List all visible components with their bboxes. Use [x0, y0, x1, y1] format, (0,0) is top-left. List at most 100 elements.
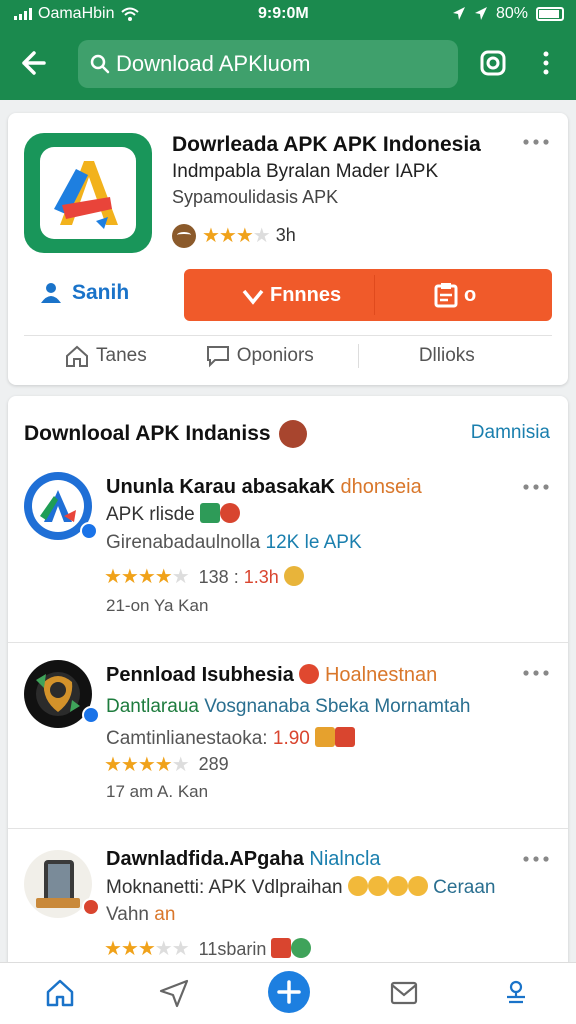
app-rating: ★★★★ 3h — [172, 223, 296, 248]
list-heading: Downlooal APK Indaniss — [24, 420, 307, 448]
item-line2: Dantlaraua Vosgnanaba Sbeka Mornamtah — [106, 696, 470, 718]
item-line3-accent: 12K le APK — [265, 532, 362, 553]
home-icon[interactable] — [44, 977, 76, 1009]
item-title-accent: Nialncla — [309, 848, 381, 870]
verified-badge-icon — [82, 706, 100, 724]
status-time: 9:9:0M — [258, 5, 309, 22]
camera-icon[interactable] — [478, 48, 508, 78]
item-line3-text: Vahn — [106, 904, 149, 925]
mail-icon[interactable] — [388, 977, 420, 1009]
more-horiz-icon[interactable] — [522, 137, 550, 147]
install-button[interactable]: Fnnnes o — [184, 269, 552, 321]
rating-count: 3h — [275, 225, 296, 245]
image-emoji-icon — [199, 503, 220, 523]
more-horiz-icon[interactable] — [522, 482, 550, 492]
location-icon — [474, 7, 487, 20]
item-rating-text: 289 — [198, 754, 229, 774]
send-icon[interactable] — [158, 977, 190, 1009]
status-bar: OamaHbin 9:9:0M 80% — [0, 0, 576, 30]
status-right: 80% — [452, 5, 564, 23]
item-title-accent: Hoalnestnan — [324, 664, 438, 686]
grin-emoji-icon — [291, 937, 312, 958]
smile-emoji-icon — [278, 420, 307, 448]
item-title: Pennload Isubhesia Hoalnestnan — [106, 664, 437, 687]
battery-percent: 80% — [495, 5, 528, 22]
item-rating: ★★★★★ 138 : 1.3h — [104, 564, 304, 589]
item-line2-text: Moknanetti: APK Vdlpraihan — [106, 877, 343, 898]
item-line3: Girenabadaulnolla 12K le APK — [106, 532, 362, 554]
item-rating-text: 11sbarin — [198, 938, 267, 959]
more-horiz-icon[interactable] — [522, 668, 550, 678]
item-rating-accent: 1.3h — [243, 566, 279, 587]
item-title: Ununla Karau abasakaK dhonseia — [106, 476, 422, 499]
app-list-card: Downlooal APK Indaniss Damnisia Ununla K… — [8, 396, 568, 1024]
item-line2: Moknanetti: APK Vdlpraihan Ceraan — [106, 876, 495, 899]
tab-label: Tanes — [96, 344, 147, 366]
item-line3-accent: 1.90 — [272, 728, 310, 749]
check-icon — [242, 289, 264, 305]
wifi-icon — [121, 7, 140, 21]
app-header: OamaHbin 9:9:0M 80% — [0, 0, 576, 100]
home-outline-icon — [66, 345, 88, 367]
item-meta: 21-on Ya Kan — [106, 596, 209, 615]
item-line2-accent: Vosgnanaba Sbeka Mornamtah — [204, 696, 471, 717]
person-icon — [41, 283, 61, 303]
profile-icon[interactable] — [500, 977, 532, 1009]
install-secondary[interactable]: o — [434, 282, 476, 308]
app-title: Dowrleada APK APK Indonesia — [172, 133, 481, 156]
back-arrow-icon[interactable] — [16, 46, 50, 80]
see-more-link[interactable]: Damnisia — [471, 422, 550, 444]
bottom-nav — [0, 962, 576, 1024]
item-title-accent: dhonseia — [340, 476, 422, 498]
rating-stars-icon: ★★★★★ — [104, 566, 190, 588]
verified-badge-icon — [80, 522, 98, 540]
fries-emoji-icon — [315, 727, 336, 747]
tab-tanes[interactable]: Tanes — [64, 344, 147, 368]
laugh-emoji-icon — [347, 876, 368, 896]
comment-icon — [206, 345, 229, 367]
item-line3: Camtinlianestaoka: 1.90 — [106, 727, 356, 750]
install-secondary-label: o — [464, 283, 477, 306]
laugh-emoji-icon — [387, 876, 408, 896]
save-label: Sanih — [72, 281, 130, 304]
app-detail-card: Dowrleada APK APK Indonesia Indmpabla By… — [8, 113, 568, 385]
item-rating: ★★★★★ 289 — [104, 752, 229, 777]
list-item[interactable]: Pennload Isubhesia Hoalnestnan Dantlarau… — [8, 652, 568, 828]
rating-stars-icon: ★★★★★ — [104, 938, 190, 960]
tab-blocks[interactable]: Dllioks — [419, 345, 475, 367]
app-developer[interactable]: Sypamoulidasis APK — [172, 187, 338, 208]
save-button[interactable]: Sanih — [38, 281, 129, 305]
rating-stars-icon: ★★★★★ — [104, 754, 190, 776]
more-horiz-icon[interactable] — [522, 854, 550, 864]
add-button[interactable] — [268, 971, 310, 1013]
tab-divider — [357, 343, 359, 368]
signal-icon — [14, 8, 32, 20]
item-title-text: Pennload Isubhesia — [106, 664, 294, 686]
install-divider — [374, 275, 375, 315]
item-line2-accent: Ceraan — [433, 877, 496, 898]
item-line2-text: Dantlaraua — [106, 696, 199, 717]
tab-label: Oponiors — [236, 344, 314, 366]
more-vert-icon[interactable] — [532, 48, 560, 78]
search-input[interactable] — [116, 51, 446, 77]
flag-emoji-icon — [335, 727, 356, 747]
item-line3-accent: an — [154, 904, 176, 925]
app-subtitle: Indmpabla Byralan Mader IAPK — [172, 161, 439, 182]
face-emoji-icon — [299, 664, 320, 684]
list-item[interactable]: Dawnladfida.APgaha Nialncla Moknanetti: … — [8, 838, 568, 968]
avatar-emoji-icon — [172, 223, 196, 248]
item-line2: APK rlisde — [106, 503, 240, 526]
battery-icon — [536, 7, 564, 21]
carrier-group: OamaHbin — [14, 5, 140, 23]
item-line3-text: Girenabadaulnolla — [106, 532, 261, 553]
tab-opinions[interactable]: Oponiors — [205, 344, 314, 368]
search-bar[interactable] — [78, 40, 458, 88]
laugh-emoji-icon — [367, 876, 388, 896]
carrier-name: OamaHbin — [38, 5, 115, 22]
app-logo-icon — [24, 133, 152, 253]
list-item[interactable]: Ununla Karau abasakaK dhonseia APK rlisd… — [8, 466, 568, 642]
search-icon — [90, 54, 110, 74]
item-line3: Vahn an — [106, 904, 175, 926]
item-line2-text: APK rlisde — [106, 504, 195, 525]
list-divider — [8, 642, 568, 643]
